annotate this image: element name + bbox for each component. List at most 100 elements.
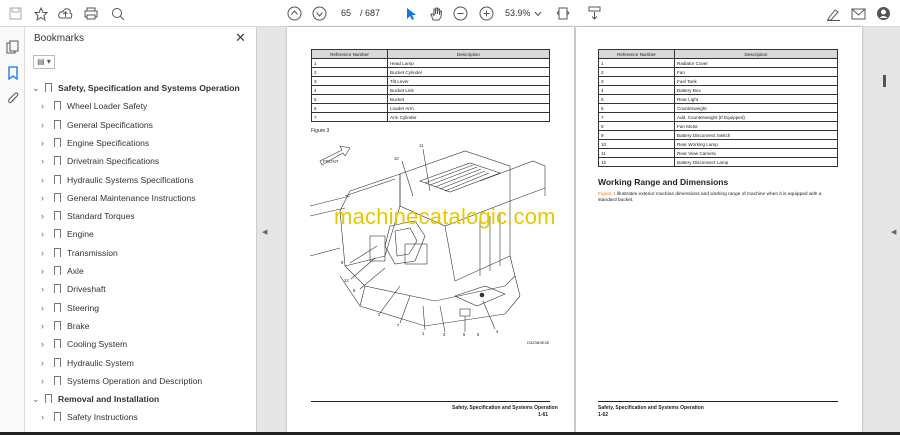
chevron-right-icon[interactable]: › (41, 372, 44, 390)
table-row: 4 Battery Box (598, 85, 838, 95)
table-cell: Loader Arm (387, 103, 550, 113)
bookmark-label: Cooling System (67, 339, 128, 350)
callout-label: 1 (422, 331, 425, 336)
wheel-loader-drawing: FRONT 10 11 9 12 8 2 7 1 3 6 5 4 (309, 143, 546, 337)
bookmark-item[interactable]: › Safety Instructions (25, 408, 245, 426)
bookmark-item[interactable]: › Driveshaft (25, 280, 245, 298)
table-cell: Fan (674, 67, 838, 77)
table-cell: Bucket Cylinder (387, 67, 550, 77)
upload-cloud-icon[interactable] (56, 4, 75, 23)
bookmark-icon (54, 211, 61, 221)
chevron-down-icon[interactable]: ⌄ (32, 79, 40, 97)
table-cell: Bucket Link (387, 85, 550, 95)
chevron-right-icon[interactable]: › (41, 189, 44, 207)
chevron-right-icon[interactable]: › (41, 171, 44, 189)
chevron-right-icon[interactable]: › (41, 408, 44, 426)
bookmark-item[interactable]: › Axle (25, 262, 245, 280)
chevron-right-icon[interactable]: › (41, 317, 44, 335)
bookmark-icon (54, 137, 61, 147)
collapse-left-arrow-icon[interactable]: ◀ (262, 228, 267, 236)
table-row: 12 Battery Disconnect Lamp (598, 157, 838, 167)
bookmark-item[interactable]: ⌄ Removal and Installation (25, 390, 245, 408)
table-cell: Battery Disconnect Lamp (674, 157, 838, 167)
account-icon[interactable] (874, 4, 893, 23)
bookmark-item[interactable]: › Drivetrain Specifications (25, 152, 245, 170)
zoom-search-icon[interactable] (108, 4, 127, 23)
close-panel-button[interactable]: ✕ (235, 30, 246, 46)
table-cell: Counterweight (674, 103, 838, 113)
collapse-right-arrow-icon[interactable]: ◀ (891, 228, 896, 236)
table-cell: 5 (311, 94, 388, 104)
bookmark-item[interactable]: › Hydraulic Systems Specifications (25, 171, 245, 189)
sign-pen-icon[interactable] (824, 4, 843, 23)
footer-title: Safety, Specification and Systems Operat… (598, 405, 704, 411)
chevron-right-icon[interactable]: › (41, 116, 44, 134)
chevron-right-icon[interactable]: › (41, 134, 44, 152)
bookmark-item[interactable]: › General Specifications (25, 116, 245, 134)
print-icon[interactable] (81, 4, 100, 23)
bookmark-item[interactable]: › Engine (25, 225, 245, 243)
chevron-right-icon[interactable]: › (41, 335, 44, 353)
table-cell: 7 (598, 112, 675, 122)
attachments-icon[interactable] (3, 89, 22, 108)
table-cell: Add. Counterweight (If Equipped) (674, 112, 838, 122)
next-page-icon[interactable] (310, 4, 329, 23)
table-cell: Bucket (387, 94, 550, 104)
chevron-down-icon[interactable] (533, 4, 543, 23)
table-header: Description (387, 49, 550, 59)
chevron-right-icon[interactable]: › (41, 299, 44, 317)
figure-link[interactable]: Figure 1 (598, 192, 616, 197)
page-number-input[interactable]: 65 (333, 5, 359, 22)
zoom-in-icon[interactable] (477, 4, 496, 23)
table-row: 3 Fuel Tank (598, 76, 838, 86)
bookmarks-icon[interactable] (3, 63, 22, 82)
table-cell: Rear Light (674, 94, 838, 104)
bookmark-item[interactable]: › Engine Specifications (25, 134, 245, 152)
callout-label: 8 (353, 288, 356, 293)
bookmark-item[interactable]: › Brake (25, 317, 245, 335)
bookmark-item[interactable]: › General Maintenance Instructions (25, 189, 245, 207)
table-cell: 9 (598, 130, 675, 140)
chevron-right-icon[interactable]: › (41, 244, 44, 262)
watermark-text: machinecatalogic.com (334, 204, 556, 229)
bookmark-icon (54, 174, 61, 184)
bookmark-item[interactable]: › Standard Torques (25, 207, 245, 225)
viewer-scrollbar[interactable] (883, 75, 886, 87)
bookmark-options-button[interactable]: ▤ ▾ (33, 55, 55, 69)
chevron-right-icon[interactable]: › (41, 225, 44, 243)
table-header: Reference Number (311, 49, 388, 59)
star-icon[interactable] (31, 4, 50, 23)
select-cursor-icon[interactable] (401, 4, 420, 23)
fit-page-icon[interactable] (554, 4, 573, 23)
scroll-mode-icon[interactable] (585, 4, 604, 23)
bookmark-item[interactable]: › Cooling System (25, 335, 245, 353)
table-cell: 2 (598, 67, 675, 77)
figure-label: Figure 3 (311, 128, 330, 134)
chevron-right-icon[interactable]: › (41, 152, 44, 170)
prev-page-icon[interactable] (285, 4, 304, 23)
chevron-right-icon[interactable]: › (41, 354, 44, 372)
bookmark-item[interactable]: › Systems Operation and Description (25, 372, 245, 390)
table-row: 1 Head Lamp (311, 58, 550, 68)
bookmark-item[interactable]: › Transmission (25, 244, 245, 262)
bookmark-item[interactable]: › Wheel Loader Safety (25, 97, 245, 115)
chevron-right-icon[interactable]: › (41, 207, 44, 225)
hand-tool-icon[interactable] (426, 4, 445, 23)
chevron-right-icon[interactable]: › (41, 280, 44, 298)
zoom-level[interactable]: 53.9% (505, 5, 531, 22)
table-row: 11 Rear View Camera (598, 148, 838, 158)
chevron-right-icon[interactable]: › (41, 262, 44, 280)
bookmark-item[interactable]: › Steering (25, 299, 245, 317)
email-icon[interactable] (849, 4, 868, 23)
bookmark-item[interactable]: › Hydraulic System (25, 354, 245, 372)
chevron-right-icon[interactable]: › (41, 97, 44, 115)
bookmark-icon (54, 320, 61, 330)
callout-label: 3 (443, 332, 446, 337)
bookmark-item[interactable]: ⌄ Safety, Specification and Systems Opera… (25, 79, 245, 97)
table-row: 3 Tilt Lever (311, 76, 550, 86)
chevron-down-icon[interactable]: ⌄ (32, 390, 40, 408)
bookmark-label: Removal and Installation (58, 394, 160, 405)
zoom-out-icon[interactable] (451, 4, 470, 23)
page-thumbnails-icon[interactable] (3, 37, 22, 56)
save-icon[interactable] (6, 4, 25, 23)
